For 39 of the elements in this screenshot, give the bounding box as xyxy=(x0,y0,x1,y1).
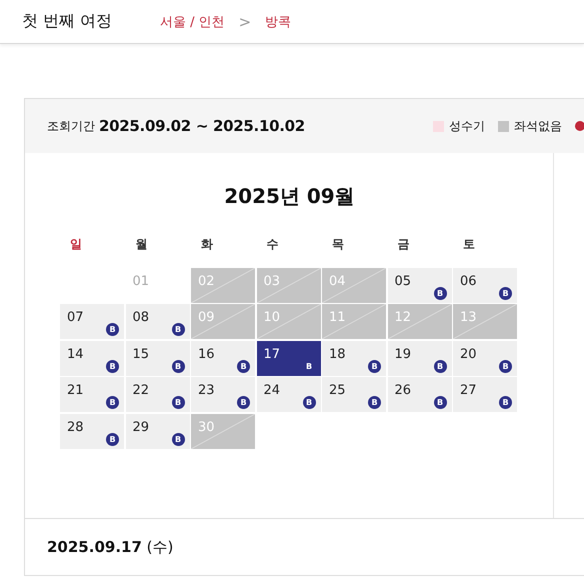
route-separator: > xyxy=(238,12,252,30)
weekday-label: 화 xyxy=(200,236,214,253)
selected-date: 2025.09.17 (수) xyxy=(47,538,174,556)
calendar-day[interactable]: 22 B xyxy=(126,377,190,412)
legend-dot xyxy=(575,121,584,131)
destination-city: 방콕 xyxy=(265,14,292,30)
calendar-day[interactable]: 16 B xyxy=(191,340,255,376)
calendar-day[interactable]: 17 B xyxy=(256,340,320,376)
weekday-label: 목 xyxy=(331,236,345,253)
calendar-day[interactable]: 26 B xyxy=(388,377,452,412)
calendar-day[interactable]: 28 B xyxy=(60,414,124,448)
calendar-day[interactable]: 27 B xyxy=(453,377,517,412)
weekday-label: 토 xyxy=(462,236,476,253)
calendar-day[interactable]: 25 B xyxy=(322,377,386,412)
calendar-day[interactable]: 29 B xyxy=(126,414,190,448)
month-title: 2025년 09월 xyxy=(223,183,356,210)
weekday-label: 월 xyxy=(134,236,148,253)
calendar-day[interactable]: 08 B xyxy=(126,304,190,339)
weekday-label: 수 xyxy=(266,236,280,253)
period-label: 조회기간 xyxy=(47,118,95,134)
calendar-day[interactable]: 14 B xyxy=(60,340,124,376)
period-range: 2025.09.02 ~ 2025.10.02 xyxy=(99,117,305,135)
calendar-day[interactable]: 24 B xyxy=(256,377,320,412)
calendar-day[interactable]: 21 B xyxy=(60,377,124,412)
weekday-label: 일 xyxy=(69,236,83,253)
legend-label: 성수기 xyxy=(449,118,485,134)
weekday-label: 금 xyxy=(396,236,410,253)
calendar-day[interactable]: 23 B xyxy=(191,377,255,412)
calendar-day[interactable]: 18 B xyxy=(322,340,386,376)
origin-city: 서울 / 인천 xyxy=(160,14,225,30)
legend-label: 좌석없음 xyxy=(514,118,562,134)
calendar-day[interactable]: 06 B xyxy=(453,268,517,302)
calendar-day[interactable]: 19 B xyxy=(388,340,452,376)
calendar-day: 01 xyxy=(126,268,190,302)
calendar-day[interactable]: 15 B xyxy=(126,340,190,376)
trip-title: 첫 번째 여정 xyxy=(22,11,114,32)
calendar-day[interactable]: 07 B xyxy=(60,304,124,339)
calendar-day[interactable]: 20 B xyxy=(453,340,517,376)
calendar-day[interactable]: 05 B xyxy=(388,268,452,302)
